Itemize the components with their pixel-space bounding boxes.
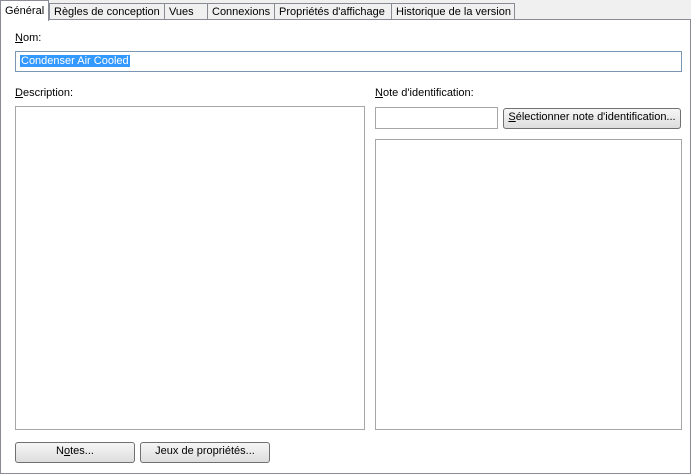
notes-button-label-pre: N xyxy=(56,445,64,457)
id-note-label: Note d'identification: xyxy=(375,87,474,99)
notes-button-label-post: tes... xyxy=(70,445,94,457)
tab-general[interactable]: Général xyxy=(0,0,49,21)
tab-display-properties-label: Propriétés d'affichage xyxy=(279,6,385,18)
name-label: Nom: xyxy=(15,32,42,44)
name-input[interactable]: Condenser Air Cooled xyxy=(15,51,682,72)
select-id-note-button-mnemonic: S xyxy=(508,111,516,123)
description-textarea[interactable] xyxy=(15,106,365,430)
tab-version-history[interactable]: Historique de la version xyxy=(391,3,515,19)
id-note-input[interactable] xyxy=(375,107,498,129)
id-note-preview xyxy=(375,139,682,430)
property-sets-button[interactable]: Jeux de propriétés... xyxy=(140,442,270,463)
tab-views[interactable]: Vues xyxy=(164,3,208,19)
select-id-note-button-label: électionner note d'identification... xyxy=(515,111,676,123)
tab-connections-label: Connexions xyxy=(212,6,271,18)
tab-views-label: Vues xyxy=(169,6,194,18)
tab-design-rules[interactable]: Règles de conception xyxy=(49,3,165,19)
notes-button[interactable]: Notes... xyxy=(15,442,135,463)
name-input-value: Condenser Air Cooled xyxy=(20,55,130,67)
tab-general-label: Général xyxy=(5,5,45,17)
description-label: Description: xyxy=(15,87,74,99)
property-sets-button-label: Jeux de propriétés... xyxy=(155,445,255,457)
tab-display-properties[interactable]: Propriétés d'affichage xyxy=(274,3,392,19)
tab-bar: Général Règles de conception Vues Connex… xyxy=(0,0,691,21)
tab-design-rules-label: Règles de conception xyxy=(54,6,160,18)
tab-version-history-label: Historique de la version xyxy=(396,6,511,18)
tab-connections[interactable]: Connexions xyxy=(207,3,275,19)
select-id-note-button[interactable]: Sélectionner note d'identification... xyxy=(503,108,681,129)
